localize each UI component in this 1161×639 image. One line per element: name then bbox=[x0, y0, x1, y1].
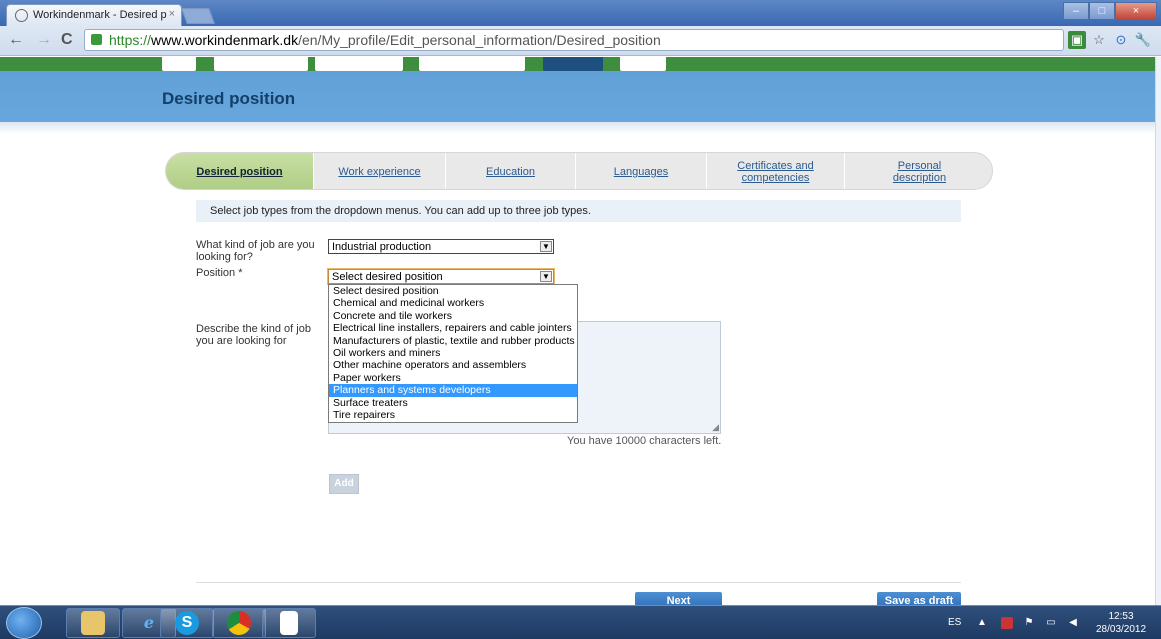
chrome-taskbar-button[interactable] bbox=[212, 608, 266, 638]
chrome-icon bbox=[227, 611, 251, 635]
save-draft-button[interactable]: Save as draft bbox=[877, 592, 961, 605]
nav-item-my-profile[interactable] bbox=[543, 57, 603, 71]
nav-item-contact[interactable] bbox=[620, 57, 666, 71]
dropdown-option[interactable]: Oil workers and miners bbox=[329, 347, 577, 359]
step-tabs: Desired position Work experience Educati… bbox=[165, 152, 993, 190]
position-select[interactable]: Select desired position ▼ bbox=[328, 269, 554, 284]
nav-item-home[interactable] bbox=[162, 57, 196, 71]
info-box: Select job types from the dropdown menus… bbox=[196, 200, 961, 222]
document-taskbar-button[interactable] bbox=[262, 608, 316, 638]
network-icon[interactable]: ▭ bbox=[1045, 617, 1057, 629]
dropdown-option[interactable]: Other machine operators and assemblers bbox=[329, 359, 577, 371]
back-button[interactable]: ← bbox=[8, 31, 24, 49]
next-button[interactable]: Next bbox=[635, 592, 722, 605]
tab-languages[interactable]: Languages bbox=[575, 153, 706, 189]
tab-label: Languages bbox=[613, 166, 669, 178]
resize-handle-icon[interactable]: ◢ bbox=[712, 422, 719, 433]
extension-icon[interactable]: ▣ bbox=[1068, 31, 1086, 49]
internet-explorer-icon: e bbox=[143, 613, 155, 632]
security-icon[interactable] bbox=[1001, 617, 1013, 629]
window-controls: – □ × bbox=[1063, 2, 1157, 20]
position-dropdown-list: Select desired position Chemical and med… bbox=[328, 284, 578, 423]
globe-icon bbox=[15, 9, 28, 22]
new-tab-button[interactable] bbox=[181, 8, 215, 24]
dropdown-option[interactable]: Tire repairers bbox=[329, 409, 577, 421]
bookmark-star-icon[interactable]: ☆ bbox=[1090, 31, 1108, 49]
close-window-button[interactable]: × bbox=[1115, 2, 1157, 20]
browser-tab[interactable]: Workindenmark - Desired p × bbox=[6, 4, 182, 26]
top-navigation bbox=[0, 57, 1155, 71]
dropdown-option[interactable]: Select desired position bbox=[329, 285, 577, 297]
clock[interactable]: 12:53 28/03/2012 bbox=[1096, 610, 1146, 636]
url-path: /en/My_profile/Edit_personal_information… bbox=[298, 32, 661, 48]
clock-time: 12:53 bbox=[1108, 611, 1134, 622]
sync-icon[interactable]: ⊙ bbox=[1112, 31, 1130, 49]
tab-education[interactable]: Education bbox=[445, 153, 575, 189]
skype-taskbar-button[interactable]: S bbox=[160, 608, 214, 638]
job-kind-value: Industrial production bbox=[332, 241, 432, 253]
forward-button[interactable]: → bbox=[36, 31, 52, 49]
tab-label: Personal description bbox=[892, 160, 947, 184]
position-label: Position * bbox=[196, 267, 243, 279]
dropdown-option[interactable]: Concrete and tile workers bbox=[329, 310, 577, 322]
job-kind-label: What kind of job are you looking for? bbox=[196, 239, 315, 263]
chevron-down-icon: ▼ bbox=[540, 271, 552, 282]
position-value: Select desired position bbox=[332, 271, 443, 283]
dropdown-option[interactable]: Paper workers bbox=[329, 372, 577, 384]
tab-label: Desired position bbox=[196, 166, 283, 178]
start-button[interactable] bbox=[6, 607, 42, 639]
tab-certificates[interactable]: Certificates and competencies bbox=[706, 153, 844, 189]
window-titlebar: Workindenmark - Desired p × – □ × bbox=[0, 0, 1161, 26]
clock-date: 28/03/2012 bbox=[1096, 624, 1147, 635]
banner-shadow bbox=[0, 122, 1155, 134]
tab-label: Certificates and competencies bbox=[737, 160, 814, 184]
document-icon bbox=[280, 611, 298, 635]
address-bar[interactable]: https://www.workindenmark.dk/en/My_profi… bbox=[84, 29, 1064, 51]
header-banner: Desired position bbox=[0, 57, 1155, 122]
toolbar-icons: ▣ ☆ ⊙ 🔧 bbox=[1068, 31, 1152, 49]
characters-left: You have 10000 characters left. bbox=[567, 435, 722, 447]
minimize-button[interactable]: – bbox=[1063, 2, 1089, 20]
nav-item-info[interactable] bbox=[214, 57, 308, 71]
tab-label: Education bbox=[486, 166, 535, 178]
dropdown-option[interactable]: Chemical and medicinal workers bbox=[329, 297, 577, 309]
url-host: www.workindenmark.dk bbox=[151, 32, 299, 48]
tab-label: Work experience bbox=[338, 166, 421, 178]
page-title: Desired position bbox=[162, 89, 296, 108]
nav-item-employer[interactable] bbox=[419, 57, 525, 71]
url-protocol: https:// bbox=[109, 32, 152, 48]
tab-work-experience[interactable]: Work experience bbox=[313, 153, 445, 189]
tab-title: Workindenmark - Desired p bbox=[33, 9, 167, 21]
reload-button[interactable]: C bbox=[61, 31, 73, 49]
flag-icon[interactable]: ⚑ bbox=[1023, 617, 1035, 629]
chevron-down-icon: ▼ bbox=[540, 241, 552, 252]
nav-item-jobs[interactable] bbox=[315, 57, 403, 71]
maximize-button[interactable]: □ bbox=[1089, 2, 1115, 20]
divider bbox=[196, 582, 961, 583]
dropdown-option[interactable]: Surface treaters bbox=[329, 397, 577, 409]
browser-toolbar: ← → C https://www.workindenmark.dk/en/My… bbox=[0, 26, 1161, 56]
job-kind-select[interactable]: Industrial production ▼ bbox=[328, 239, 554, 254]
volume-icon[interactable]: ◀ bbox=[1067, 617, 1079, 629]
close-tab-icon[interactable]: × bbox=[169, 8, 175, 20]
web-page: Desired position Desired position Work e… bbox=[0, 57, 1155, 605]
dropdown-option[interactable]: Manufacturers of plastic, textile and ru… bbox=[329, 335, 577, 347]
system-tray: ES ▲ ⚑ ▭ ◀ 12:53 28/03/2012 bbox=[946, 606, 1161, 639]
wrench-icon[interactable]: 🔧 bbox=[1134, 31, 1152, 49]
language-indicator[interactable]: ES bbox=[948, 617, 961, 628]
lock-icon bbox=[91, 34, 102, 45]
dropdown-option[interactable]: Electrical line installers, repairers an… bbox=[329, 322, 577, 334]
folder-icon bbox=[81, 611, 105, 635]
add-button[interactable]: Add bbox=[329, 474, 359, 494]
skype-icon: S bbox=[175, 611, 199, 635]
windows-taskbar: e S ES ▲ ⚑ ▭ ◀ 12:53 28/03/2012 bbox=[0, 605, 1161, 639]
page-scrollbar[interactable] bbox=[1155, 57, 1161, 605]
describe-label: Describe the kind of job you are looking… bbox=[196, 323, 311, 347]
show-hidden-icons-icon[interactable]: ▲ bbox=[976, 617, 988, 629]
explorer-taskbar-button[interactable] bbox=[66, 608, 120, 638]
dropdown-option-highlighted[interactable]: Planners and systems developers bbox=[329, 384, 577, 397]
tab-desired-position[interactable]: Desired position bbox=[166, 153, 313, 189]
tab-personal-description[interactable]: Personal description bbox=[844, 153, 992, 189]
